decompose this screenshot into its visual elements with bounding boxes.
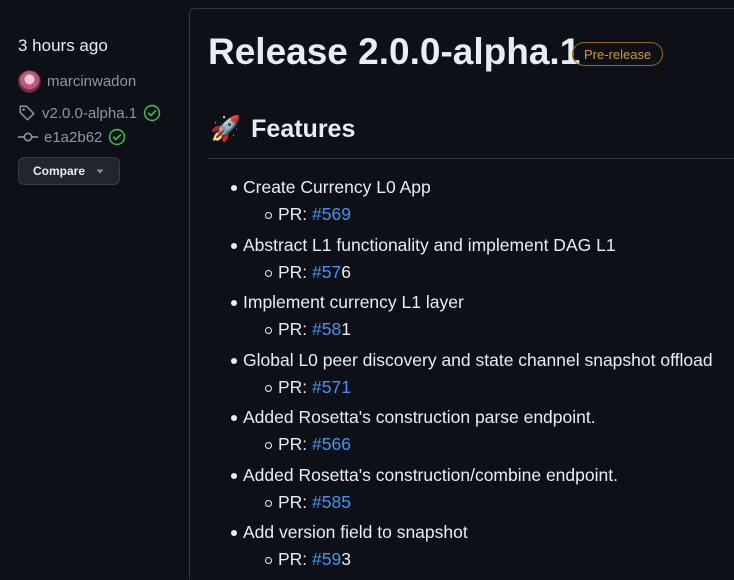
pr-link[interactable]: #585 (312, 492, 351, 512)
release-title: Release 2.0.0-alpha.1 (208, 31, 581, 72)
tag-row: v2.0.0-alpha.1 (18, 104, 161, 122)
pr-line: PR: #569 (278, 204, 351, 225)
release-body: Release 2.0.0-alpha.1 Pre-release 🚀 Feat… (189, 8, 734, 579)
author-link[interactable]: marcinwadon (18, 70, 136, 93)
pr-suffix: 1 (341, 319, 351, 339)
pr-line: PR: #585 (278, 492, 351, 513)
tag-link[interactable]: v2.0.0-alpha.1 (42, 105, 137, 122)
pr-suffix: 3 (341, 549, 351, 569)
sub-list-bullet (265, 384, 272, 392)
features-heading: 🚀 Features (210, 115, 355, 144)
commit-row: e1a2b62 (18, 128, 126, 146)
verified-check-icon (108, 128, 126, 146)
pr-line: PR: #581 (278, 319, 351, 340)
pr-link[interactable]: #57 (312, 262, 341, 282)
features-heading-text: Features (251, 115, 356, 143)
pr-line: PR: #593 (278, 549, 351, 570)
pr-prefix: PR: (278, 549, 313, 569)
list-bullet (231, 300, 237, 306)
sub-list-bullet (265, 327, 272, 334)
rocket-icon: 🚀 (210, 115, 242, 143)
feature-text: Create Currency L0 App (243, 177, 431, 197)
feature-text: Added Rosetta's construction parse endpo… (243, 407, 596, 427)
pr-prefix: PR: (278, 204, 313, 224)
pr-link[interactable]: #59 (312, 549, 341, 569)
pr-suffix: 6 (341, 261, 351, 282)
feature-text: Added Rosetta's construction/combine end… (243, 464, 618, 485)
commit-link[interactable]: e1a2b62 (44, 129, 102, 146)
triangle-down-icon (95, 166, 105, 176)
list-bullet (231, 185, 237, 191)
feature-text: Implement currency L1 layer (243, 292, 464, 312)
sub-list-bullet (265, 442, 272, 449)
pr-line: PR: #571 (278, 377, 351, 398)
feature-text: Add version field to snapshot (243, 522, 468, 542)
release-time: 3 hours ago (18, 36, 108, 55)
pr-line: PR: #576 (278, 262, 351, 283)
pr-link[interactable]: #571 (312, 377, 351, 397)
heading-divider (208, 158, 734, 159)
pr-prefix: PR: (278, 261, 313, 282)
pr-link[interactable]: #566 (312, 434, 351, 454)
list-bullet (231, 357, 237, 364)
sub-list-bullet (265, 212, 272, 219)
pr-link[interactable]: #58 (312, 319, 341, 339)
feature-text: Global L0 peer discovery and state chann… (243, 349, 713, 370)
author-avatar[interactable] (18, 70, 41, 93)
tag-icon (18, 104, 36, 122)
pr-prefix: PR: (278, 491, 313, 512)
pr-line: PR: #566 (278, 434, 351, 455)
release-sidebar: 3 hours ago marcinwadon v2.0.0-alpha.1 e… (0, 0, 190, 565)
author-name[interactable]: marcinwadon (47, 73, 136, 90)
pr-prefix: PR: (278, 376, 313, 397)
sub-list-bullet (265, 269, 272, 277)
pr-link[interactable]: #569 (312, 204, 351, 224)
sub-list-bullet (265, 557, 272, 564)
list-bullet (231, 472, 237, 479)
pr-prefix: PR: (278, 319, 313, 339)
compare-button[interactable]: Compare (18, 157, 120, 185)
list-bullet (231, 415, 237, 421)
compare-button-label: Compare (32, 164, 85, 178)
feature-text: Abstract L1 functionality and implement … (243, 234, 616, 255)
list-bullet (231, 530, 237, 536)
git-commit-icon (18, 128, 38, 146)
pr-prefix: PR: (278, 434, 313, 454)
list-bullet (231, 242, 237, 249)
verified-check-icon (143, 104, 161, 122)
sub-list-bullet (265, 499, 272, 507)
prerelease-badge: Pre-release (572, 42, 664, 66)
